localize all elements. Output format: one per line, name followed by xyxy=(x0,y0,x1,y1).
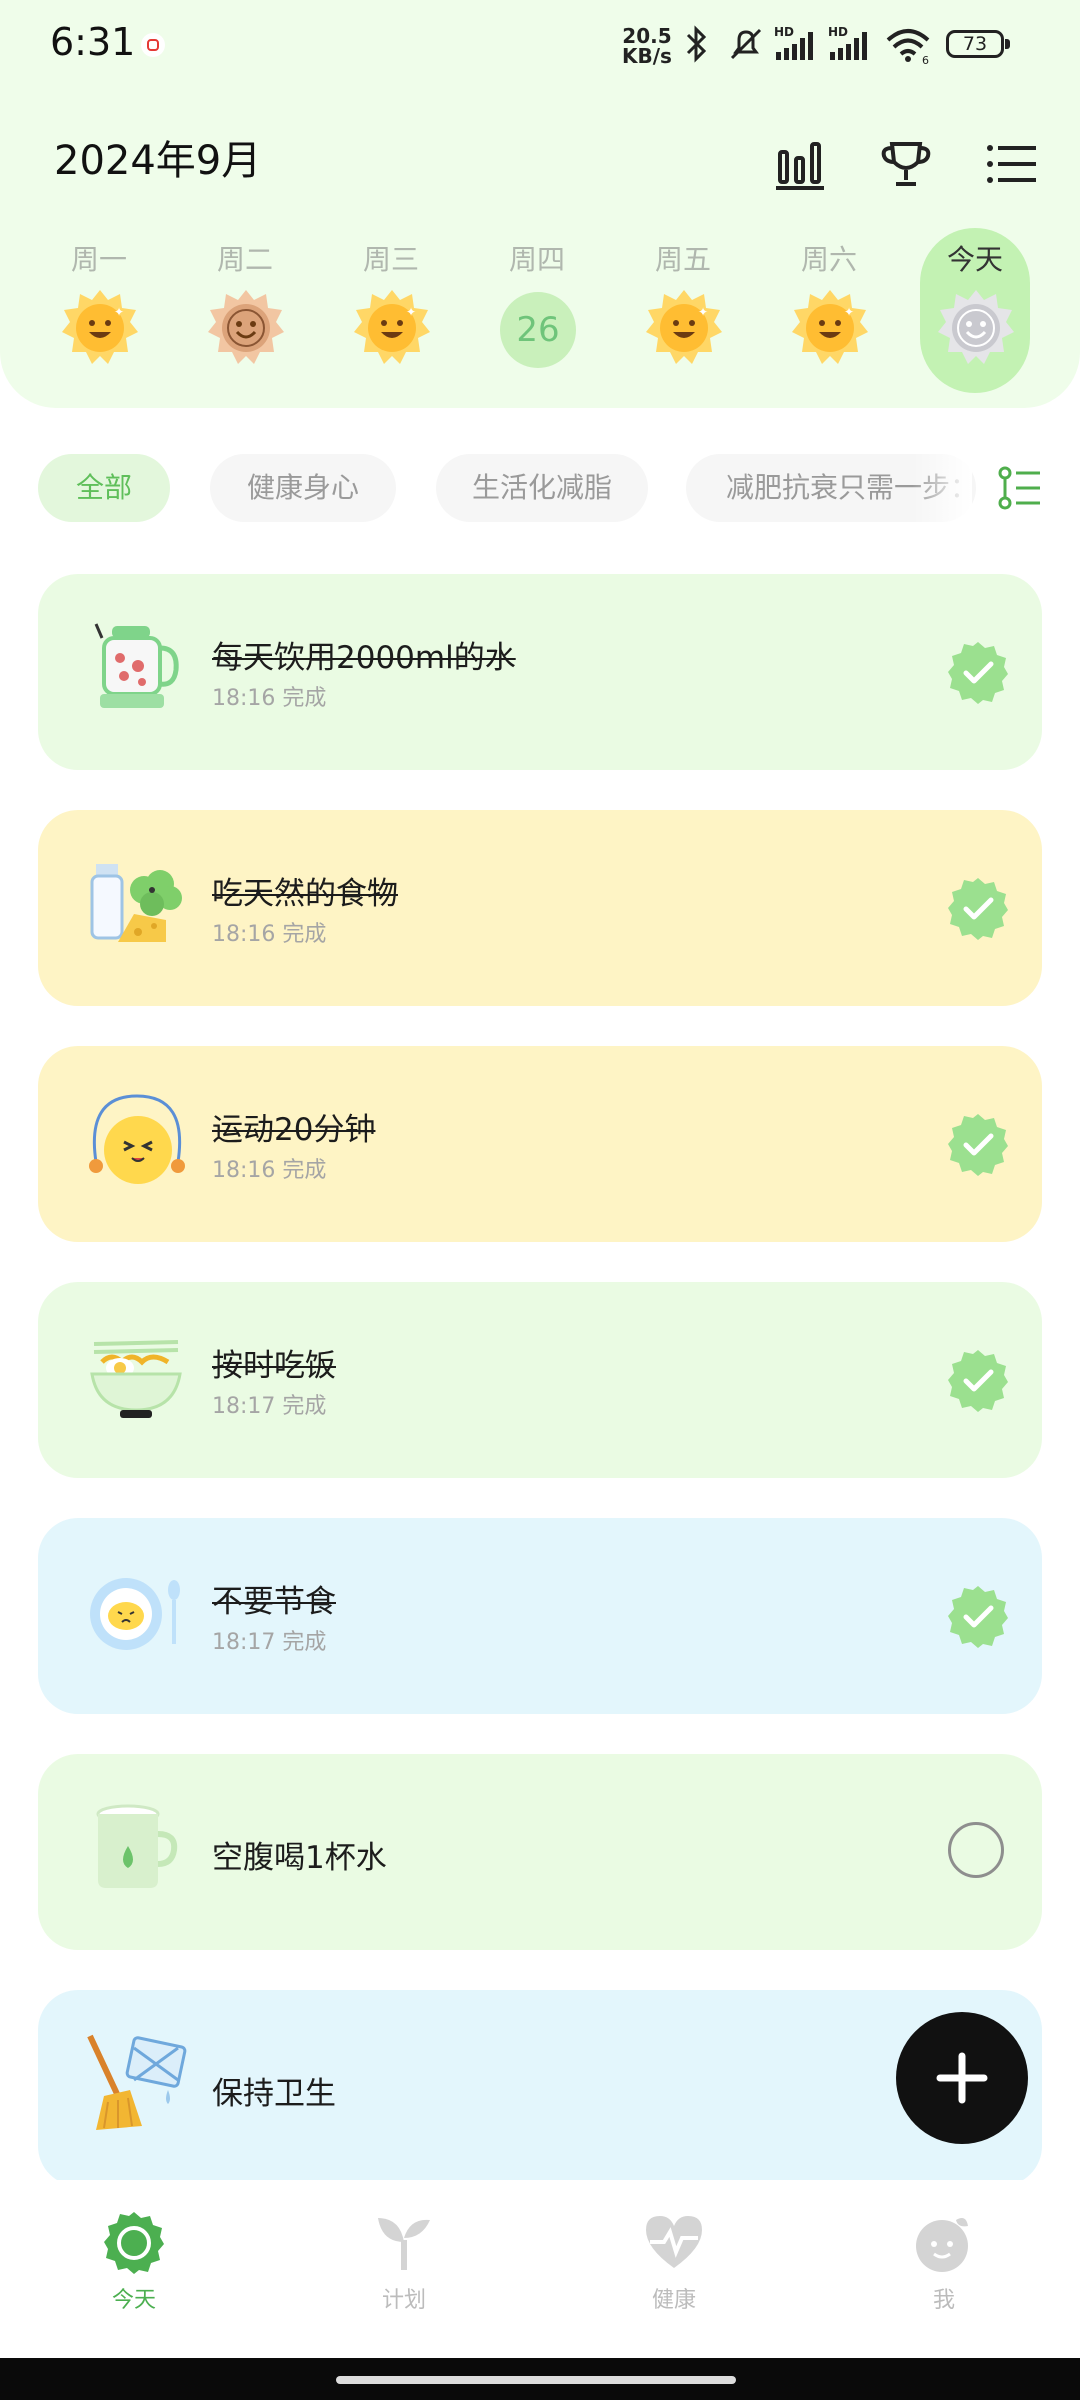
task-completed-time: 18:16 完成 xyxy=(212,1158,327,1183)
home-indicator[interactable] xyxy=(336,2376,736,2384)
system-gesture-bar xyxy=(0,2358,1080,2400)
svg-text:HD: HD xyxy=(828,25,848,39)
filter-chip-lifestyle[interactable]: 生活化减脂 xyxy=(436,454,648,522)
day-tue[interactable]: 周二 xyxy=(190,228,300,393)
profile-icon xyxy=(916,2218,968,2272)
network-speed: 20.5 KB/s xyxy=(622,24,672,68)
svg-text:6: 6 xyxy=(922,54,929,64)
task-card-hygiene[interactable]: 保持卫生 xyxy=(38,1990,1042,2186)
check-badge-icon[interactable] xyxy=(946,640,1010,704)
signal-icon-2: HD xyxy=(828,25,867,60)
heart-pulse-icon xyxy=(646,2216,702,2268)
task-title: 每天饮用2000ml的水 xyxy=(212,640,516,676)
task-title: 空腹喝1杯水 xyxy=(212,1840,387,1876)
task-card-no-dieting[interactable]: 不要节食 18:17 完成 xyxy=(38,1518,1042,1714)
nav-health[interactable]: 健康 xyxy=(594,2210,754,2314)
task-title: 运动20分钟 xyxy=(212,1112,376,1148)
bluetooth-icon xyxy=(686,25,707,63)
day-date: 26 xyxy=(500,292,576,368)
task-title: 按时吃饭 xyxy=(212,1348,336,1384)
mute-bell-icon xyxy=(730,28,762,60)
nav-today[interactable]: 今天 xyxy=(54,2210,214,2314)
filter-chip-health[interactable]: 健康身心 xyxy=(210,454,396,522)
bottom-navigation: 今天 计划 健康 我 xyxy=(0,2180,1080,2358)
nav-me[interactable]: 我 xyxy=(864,2210,1024,2314)
task-completed-time: 18:17 完成 xyxy=(212,1630,327,1655)
check-badge-icon[interactable] xyxy=(946,1112,1010,1176)
svg-text:✦: ✦ xyxy=(114,305,124,319)
svg-text:HD: HD xyxy=(774,25,794,39)
week-strip: 周一 ✦ 周二 周三 ✦ 周四 26 周五 ✦ 周六 ✦ 今天 xyxy=(0,228,1080,398)
chip-fade xyxy=(912,454,972,524)
filter-bar: 全部 健康身心 生活化减脂 减肥抗衰只需一步：控 xyxy=(0,454,1080,524)
svg-text:✦: ✦ xyxy=(406,305,416,319)
day-wed[interactable]: 周三 ✦ xyxy=(336,228,446,393)
wifi-icon: 6 xyxy=(886,29,930,64)
status-time: 6:31 xyxy=(50,20,136,64)
status-bar: 6:31 20.5 KB/s HD HD 6 73 xyxy=(0,0,1080,90)
day-fri[interactable]: 周五 ✦ xyxy=(628,228,738,393)
sun-happy-icon: ✦ xyxy=(62,290,138,364)
broom-icon xyxy=(87,2034,187,2130)
task-title: 不要节食 xyxy=(212,1584,336,1620)
jump-rope-icon xyxy=(89,1094,185,1184)
check-badge-icon[interactable] xyxy=(946,1584,1010,1648)
day-thu[interactable]: 周四 26 xyxy=(482,228,592,393)
sun-badge-icon xyxy=(104,2212,164,2274)
task-card-water[interactable]: 每天饮用2000ml的水 18:16 完成 xyxy=(38,574,1042,770)
kettle-icon xyxy=(94,623,179,708)
task-title: 吃天然的食物 xyxy=(212,876,398,912)
task-card-empty-stomach-water[interactable]: 空腹喝1杯水 xyxy=(38,1754,1042,1950)
month-title: 2024年9月 xyxy=(54,138,262,184)
plus-icon xyxy=(936,2052,988,2104)
check-badge-icon[interactable] xyxy=(946,876,1010,940)
sun-happy-icon: ✦ xyxy=(792,290,868,364)
task-card-exercise[interactable]: 运动20分钟 18:16 完成 xyxy=(38,1046,1042,1242)
filter-list-icon[interactable] xyxy=(998,466,1042,510)
day-sat[interactable]: 周六 ✦ xyxy=(774,228,884,393)
stats-icon[interactable] xyxy=(772,136,828,192)
sun-grey-icon xyxy=(938,290,1014,364)
svg-text:✦: ✦ xyxy=(844,305,854,319)
task-title: 保持卫生 xyxy=(212,2076,336,2112)
mi-notification-icon xyxy=(141,33,165,57)
task-completed-time: 18:16 完成 xyxy=(212,686,327,711)
battery-indicator: 73 xyxy=(946,30,1010,58)
day-today[interactable]: 今天 xyxy=(920,228,1030,393)
sun-happy-icon: ✦ xyxy=(354,290,430,364)
task-completed-time: 18:17 完成 xyxy=(212,1394,327,1419)
cup-icon xyxy=(96,1804,178,1888)
menu-icon[interactable] xyxy=(984,136,1040,192)
svg-text:✦: ✦ xyxy=(698,305,708,319)
sun-happy-icon: ✦ xyxy=(646,290,722,364)
task-completed-time: 18:16 完成 xyxy=(212,922,327,947)
task-card-meal-time[interactable]: 按时吃饭 18:17 完成 xyxy=(38,1282,1042,1478)
trophy-icon[interactable] xyxy=(878,136,934,192)
task-card-natural-food[interactable]: 吃天然的食物 18:16 完成 xyxy=(38,810,1042,1006)
plate-spoon-icon xyxy=(90,1578,180,1650)
sun-bronze-icon xyxy=(208,290,284,364)
task-checkbox[interactable] xyxy=(948,1822,1004,1878)
add-task-button[interactable] xyxy=(896,2012,1028,2144)
check-badge-icon[interactable] xyxy=(946,1348,1010,1412)
day-mon[interactable]: 周一 ✦ xyxy=(44,228,154,393)
sprout-icon xyxy=(378,2218,430,2270)
milk-broccoli-cheese-icon xyxy=(90,864,182,942)
nav-plan[interactable]: 计划 xyxy=(324,2210,484,2314)
signal-icon-1: HD xyxy=(774,25,813,60)
filter-chip-all[interactable]: 全部 xyxy=(38,454,170,522)
rice-bowl-icon xyxy=(90,1340,182,1418)
